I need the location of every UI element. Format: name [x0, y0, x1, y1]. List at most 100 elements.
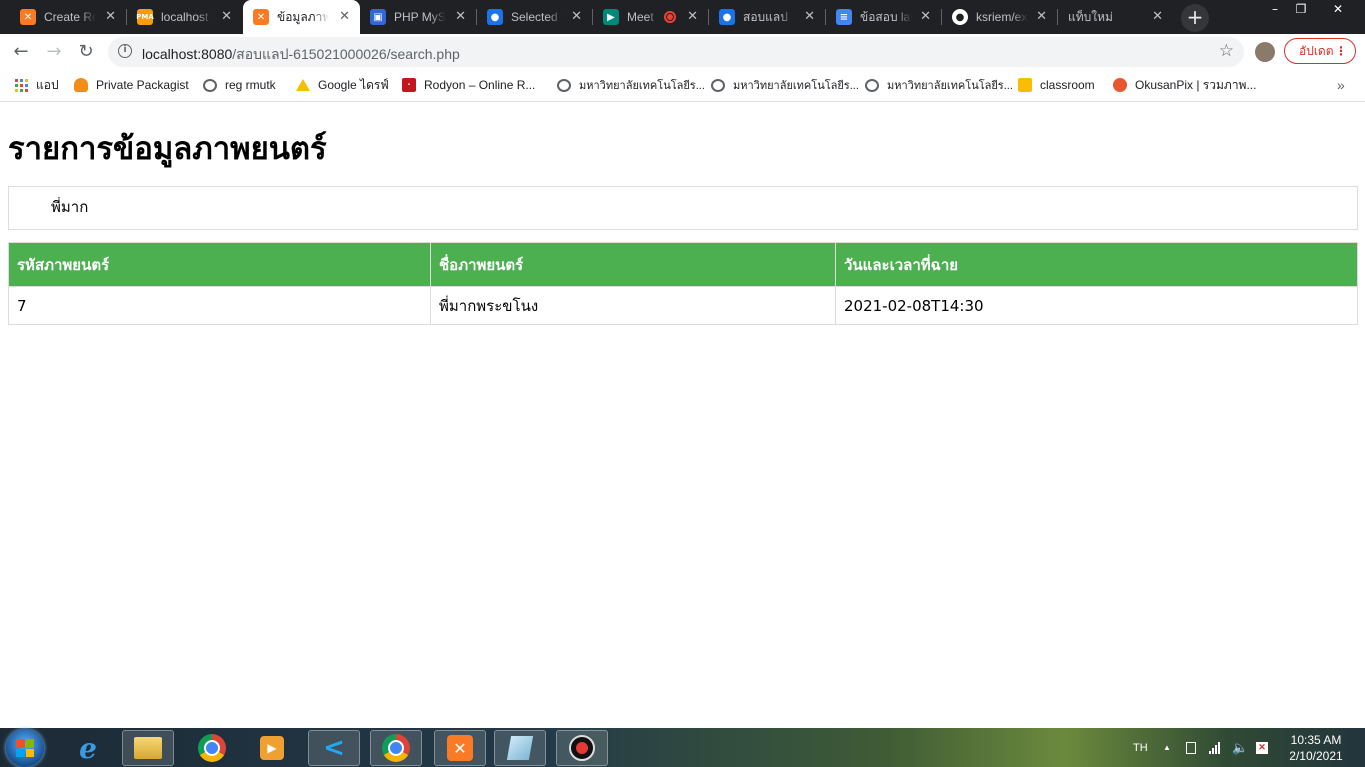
close-tab-icon[interactable]: ✕: [455, 9, 466, 25]
media-player-icon: ▶: [260, 736, 284, 760]
system-clock[interactable]: 10:35 AM 2/10/2021: [1286, 732, 1346, 764]
bookmark-label: มหาวิทยาลัยเทคโนโลยีร...: [579, 80, 705, 92]
profile-avatar[interactable]: [1255, 42, 1275, 62]
header-movie-id: รหัสภาพยนตร์: [8, 242, 431, 287]
cell-movie-name: พี่มากพระขโนง: [430, 286, 836, 325]
bookmark-label: classroom: [1040, 78, 1095, 92]
close-tab-icon[interactable]: ✕: [571, 9, 582, 25]
close-tab-icon[interactable]: ✕: [920, 9, 931, 25]
tab-sob-lab[interactable]: ● สอบแลป ✕: [709, 0, 825, 34]
clock-date: 2/10/2021: [1289, 749, 1343, 763]
tab-title: แท็บใหม่: [1068, 9, 1113, 24]
tab-create-re[interactable]: ✕ Create Re ✕: [0, 0, 126, 34]
show-hidden-icons-icon[interactable]: ▲: [1163, 728, 1171, 767]
minimize-button[interactable]: –: [1262, 0, 1288, 20]
new-tab-button[interactable]: +: [1181, 4, 1209, 32]
table-row: 7 พี่มากพระขโนง 2021-02-08T14:30: [8, 286, 1358, 325]
globe-icon: [865, 78, 879, 92]
url-text[interactable]: localhost:8080/สอบแลป-615021000026/searc…: [142, 44, 460, 66]
site-info-icon[interactable]: i: [118, 44, 132, 58]
tab-selected-t[interactable]: ● Selected T ✕: [477, 0, 592, 34]
close-tab-icon[interactable]: ✕: [1152, 9, 1163, 25]
network-signal-icon[interactable]: [1209, 728, 1220, 767]
bookmarks-overflow-button[interactable]: »: [1337, 76, 1345, 94]
bookmark-google-drive[interactable]: Google ไดรฟ์: [296, 76, 389, 94]
close-tab-icon[interactable]: ✕: [687, 9, 698, 25]
docs-icon: ≡: [836, 9, 852, 25]
clock-time: 10:35 AM: [1290, 733, 1342, 747]
close-tab-icon[interactable]: ✕: [105, 9, 116, 25]
tab-title: Create Re: [44, 10, 96, 24]
bookmark-label: มหาวิทยาลัยเทคโนโลยีร...: [733, 80, 859, 92]
notepad-icon: [506, 736, 534, 760]
close-tab-icon[interactable]: ✕: [221, 9, 232, 25]
start-button[interactable]: [6, 729, 44, 767]
close-tab-icon[interactable]: ✕: [804, 9, 815, 25]
tab-strip: ✕ Create Re ✕ PMA localhost ✕ ✕ ข้อมูลภา…: [0, 0, 1365, 34]
close-window-button[interactable]: ✕: [1314, 0, 1362, 20]
tab-active-movie-data[interactable]: ✕ ข้อมูลภาพยนตร์ ✕: [243, 0, 360, 34]
classroom-icon: [1018, 78, 1032, 92]
recorder-icon: [569, 735, 595, 761]
search-input[interactable]: [49, 197, 453, 217]
bookmark-private-packagist[interactable]: Private Packagist: [74, 76, 189, 94]
internet-explorer-icon: e: [79, 731, 97, 765]
tab-meet[interactable]: ▶ Meet ✕: [593, 0, 708, 34]
classroom-person-icon: ●: [719, 9, 735, 25]
bookmark-university-3[interactable]: มหาวิทยาลัยเทคโนโลยีร...: [865, 76, 1013, 94]
tab-title: PHP MySQL: [394, 10, 446, 24]
okusanpix-icon: [1113, 78, 1127, 92]
close-tab-icon[interactable]: ✕: [339, 9, 350, 25]
tab-github[interactable]: ● ksriem/ex ✕: [942, 0, 1057, 34]
tab-title: Selected T: [511, 10, 563, 24]
update-label: อัปเดต: [1299, 44, 1334, 58]
tab-new-tab[interactable]: แท็บใหม่ ✕: [1058, 0, 1173, 34]
chrome-icon: [198, 734, 226, 762]
language-indicator[interactable]: TH: [1133, 728, 1148, 767]
bookmark-label: reg rmutk: [225, 78, 276, 92]
bookmark-classroom[interactable]: classroom: [1018, 76, 1095, 94]
bookmark-reg-rmutk[interactable]: reg rmutk: [203, 76, 276, 94]
bookmark-university-1[interactable]: มหาวิทยาลัยเทคโนโลยีร...: [557, 76, 705, 94]
tab-title: สอบแลป: [743, 9, 788, 24]
forward-button[interactable]: →: [40, 38, 68, 66]
classroom-person-icon: ●: [487, 9, 503, 25]
tab-localhost[interactable]: PMA localhost ✕: [127, 0, 242, 34]
taskbar-vscode[interactable]: <: [308, 730, 360, 766]
page-title: รายการข้อมูลภาพยนตร์: [8, 131, 327, 167]
tab-exam-lab[interactable]: ≡ ข้อสอบ lab ✕: [826, 0, 941, 34]
w3schools-icon: ▣: [370, 9, 386, 25]
back-button[interactable]: ←: [7, 38, 35, 66]
tray-device-icon[interactable]: [1186, 728, 1196, 767]
movie-table: รหัสภาพยนตร์ ชื่อภาพยนตร์ วันและเวลาที่ฉ…: [8, 242, 1358, 325]
cell-movie-id: 7: [8, 286, 431, 325]
address-bar[interactable]: i localhost:8080/สอบแลป-615021000026/sea…: [108, 37, 1244, 67]
taskbar-internet-explorer[interactable]: e: [62, 730, 114, 766]
reload-button[interactable]: ↻: [72, 38, 100, 66]
taskbar-xampp[interactable]: ✕: [434, 730, 486, 766]
taskbar-recorder[interactable]: [556, 730, 608, 766]
maximize-button[interactable]: ❐: [1288, 0, 1314, 20]
search-box[interactable]: [8, 186, 1358, 230]
taskbar-chrome-active[interactable]: [370, 730, 422, 766]
recording-indicator-icon: [664, 11, 676, 23]
bookmark-okusanpix[interactable]: OkusanPix | รวมภาพ...: [1113, 76, 1256, 94]
bookmark-star-icon[interactable]: ☆: [1219, 41, 1234, 61]
close-tab-icon[interactable]: ✕: [1036, 9, 1047, 25]
update-button[interactable]: อัปเดต ⋮: [1284, 38, 1356, 64]
bookmark-apps[interactable]: แอป: [14, 76, 59, 94]
bookmark-university-2[interactable]: มหาวิทยาลัยเทคโนโลยีร...: [711, 76, 859, 94]
folder-icon: [134, 737, 162, 759]
taskbar-notepad[interactable]: [494, 730, 546, 766]
phpmyadmin-icon: PMA: [136, 9, 154, 25]
volume-icon[interactable]: 🔈: [1232, 728, 1248, 767]
action-center-flag-icon[interactable]: ✕: [1256, 728, 1268, 767]
url-path: /สอบแลป-615021000026/search.php: [232, 46, 460, 62]
bookmark-rodyon[interactable]: ▪ Rodyon – Online R...: [402, 76, 535, 94]
bookmark-label: แอป: [36, 77, 59, 92]
tab-php-mysql[interactable]: ▣ PHP MySQL ✕: [360, 0, 476, 34]
taskbar-chrome[interactable]: [186, 730, 238, 766]
taskbar-file-explorer[interactable]: [122, 730, 174, 766]
google-drive-icon: [296, 79, 310, 91]
taskbar-media-player[interactable]: ▶: [246, 730, 298, 766]
